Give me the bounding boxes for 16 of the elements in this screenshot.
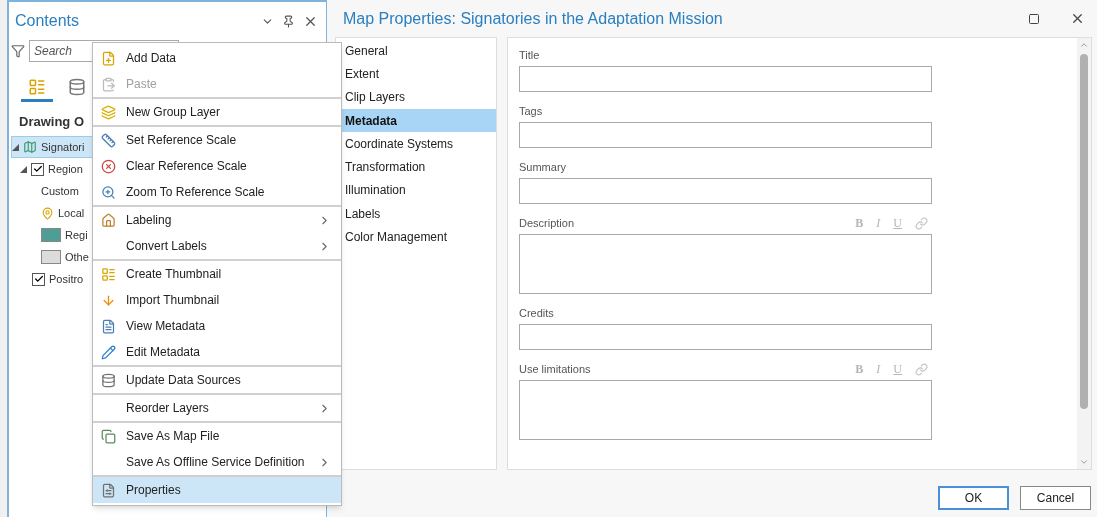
field-label: Summary <box>519 159 568 175</box>
tree-label: Region <box>48 161 83 177</box>
tree-label: Othe <box>65 249 89 265</box>
field-label: Title <box>519 47 541 63</box>
tree-label: Positro <box>49 271 84 287</box>
field-label: Credits <box>519 305 555 321</box>
tree-label: Local <box>58 205 85 221</box>
section-heading: Drawing O <box>19 113 84 131</box>
pane-title: Contents <box>15 11 81 31</box>
field-label: Use limitations <box>519 361 592 377</box>
legend-heading: Custom <box>41 183 79 199</box>
dialog-title: Map Properties: Signatories in the Adaptation Mission <box>343 8 724 29</box>
field-label: Tags <box>519 103 544 119</box>
tree-label: Signatori <box>41 139 85 155</box>
field-label: Description <box>519 215 576 231</box>
tree-label: Regi <box>65 227 88 243</box>
